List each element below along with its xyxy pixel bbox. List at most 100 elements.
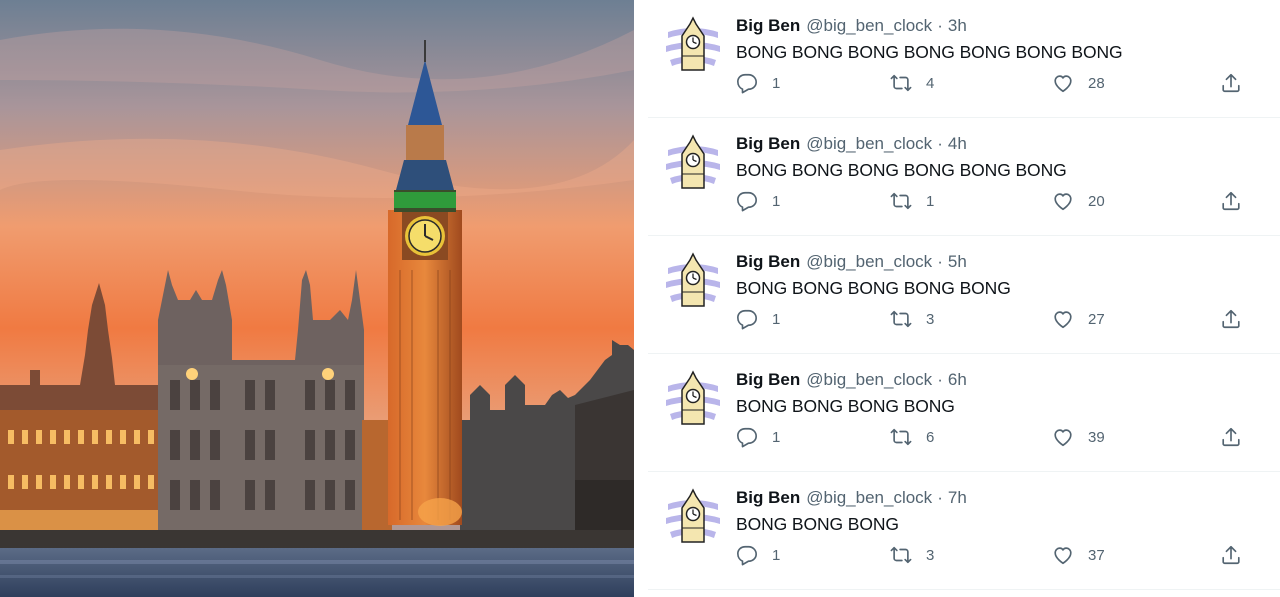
retweet-count: 3 <box>926 310 935 328</box>
tweet-feed: Big Ben @big_ben_clock · 3h BONG BONG BONG … <box>634 0 1280 597</box>
timestamp[interactable]: 4h <box>948 134 967 153</box>
like-count: 27 <box>1088 310 1105 328</box>
big-ben-photo <box>0 0 634 597</box>
reply-count: 1 <box>772 310 781 328</box>
like-count: 28 <box>1088 74 1105 92</box>
tweet[interactable]: Big Ben @big_ben_clock · 4h BONG BONG BONG … <box>648 118 1280 236</box>
like-count: 39 <box>1088 428 1105 446</box>
share-icon <box>1222 191 1240 211</box>
like-count: 37 <box>1088 546 1105 564</box>
retweet-count: 6 <box>926 428 935 446</box>
reply-icon <box>737 309 757 330</box>
reply-icon <box>737 191 757 212</box>
separator: · <box>937 134 943 153</box>
handle[interactable]: @big_ben_clock <box>806 370 932 389</box>
like-button[interactable]: 39 <box>1052 424 1105 450</box>
retweet-icon <box>890 192 912 210</box>
retweet-count: 1 <box>926 192 935 210</box>
reply-count: 1 <box>772 546 781 564</box>
tweet-actions: 1 1 20 <box>736 188 1256 214</box>
like-button[interactable]: 27 <box>1052 306 1105 332</box>
reply-count: 1 <box>772 428 781 446</box>
share-icon <box>1222 73 1240 93</box>
like-icon <box>1054 311 1072 329</box>
tweet[interactable]: Big Ben @big_ben_clock · 6h BONG BONG BONG … <box>648 354 1280 472</box>
display-name[interactable]: Big Ben <box>736 134 800 153</box>
retweet-button[interactable]: 1 <box>890 188 934 214</box>
like-icon <box>1054 547 1072 565</box>
handle[interactable]: @big_ben_clock <box>806 16 932 35</box>
tweet[interactable]: Big Ben @big_ben_clock · 5h BONG BONG BONG … <box>648 236 1280 354</box>
share-button[interactable] <box>1220 306 1242 332</box>
retweet-icon <box>890 428 912 446</box>
handle[interactable]: @big_ben_clock <box>806 488 932 507</box>
like-icon <box>1054 75 1072 93</box>
timestamp[interactable]: 3h <box>948 16 967 35</box>
reply-button[interactable]: 1 <box>736 542 780 568</box>
share-button[interactable] <box>1220 424 1242 450</box>
tweet[interactable]: Big Ben @big_ben_clock · 7h BONG BONG BONG … <box>648 472 1280 590</box>
share-button[interactable] <box>1220 70 1242 96</box>
retweet-icon <box>890 310 912 328</box>
avatar[interactable] <box>664 250 722 308</box>
timestamp[interactable]: 6h <box>948 370 967 389</box>
avatar[interactable] <box>664 14 722 72</box>
reply-icon <box>737 427 757 448</box>
display-name[interactable]: Big Ben <box>736 488 800 507</box>
tweet-actions: 1 3 37 <box>736 542 1256 568</box>
like-button[interactable]: 20 <box>1052 188 1105 214</box>
retweet-button[interactable]: 3 <box>890 542 934 568</box>
share-icon <box>1222 545 1240 565</box>
tweet-header: Big Ben @big_ben_clock · 7h <box>736 488 967 508</box>
tweet-header: Big Ben @big_ben_clock · 3h <box>736 16 967 36</box>
retweet-icon <box>890 546 912 564</box>
handle[interactable]: @big_ben_clock <box>806 252 932 271</box>
reply-button[interactable]: 1 <box>736 70 780 96</box>
timestamp[interactable]: 7h <box>948 488 967 507</box>
tweet-header: Big Ben @big_ben_clock · 4h <box>736 134 967 154</box>
retweet-icon <box>890 74 912 92</box>
reply-button[interactable]: 1 <box>736 306 780 332</box>
tweet-text: BONG BONG BONG BONG BONG BONG <box>736 160 1067 180</box>
tweet-text: BONG BONG BONG BONG <box>736 396 955 416</box>
retweet-button[interactable]: 3 <box>890 306 934 332</box>
timestamp[interactable]: 5h <box>948 252 967 271</box>
tweet[interactable]: Big Ben @big_ben_clock · 3h BONG BONG BONG … <box>648 0 1280 118</box>
share-button[interactable] <box>1220 542 1242 568</box>
separator: · <box>937 252 943 271</box>
separator: · <box>937 488 943 507</box>
avatar[interactable] <box>664 486 722 544</box>
display-name[interactable]: Big Ben <box>736 252 800 271</box>
separator: · <box>937 16 943 35</box>
like-icon <box>1054 429 1072 447</box>
tweet-actions: 1 3 27 <box>736 306 1256 332</box>
reply-button[interactable]: 1 <box>736 424 780 450</box>
reply-count: 1 <box>772 74 781 92</box>
reply-icon <box>737 73 757 94</box>
like-button[interactable]: 37 <box>1052 542 1105 568</box>
share-icon <box>1222 427 1240 447</box>
like-count: 20 <box>1088 192 1105 210</box>
share-icon <box>1222 309 1240 329</box>
tweet-text: BONG BONG BONG <box>736 514 899 534</box>
retweet-button[interactable]: 4 <box>890 70 934 96</box>
display-name[interactable]: Big Ben <box>736 370 800 389</box>
handle[interactable]: @big_ben_clock <box>806 134 932 153</box>
tweet-actions: 1 6 39 <box>736 424 1256 450</box>
tweet-header: Big Ben @big_ben_clock · 5h <box>736 252 967 272</box>
retweet-count: 4 <box>926 74 935 92</box>
tweet-text: BONG BONG BONG BONG BONG <box>736 278 1011 298</box>
tweet-text: BONG BONG BONG BONG BONG BONG BONG <box>736 42 1123 62</box>
avatar[interactable] <box>664 368 722 426</box>
reply-button[interactable]: 1 <box>736 188 780 214</box>
like-button[interactable]: 28 <box>1052 70 1105 96</box>
share-button[interactable] <box>1220 188 1242 214</box>
reply-count: 1 <box>772 192 781 210</box>
tweet-actions: 1 4 28 <box>736 70 1256 96</box>
retweet-button[interactable]: 6 <box>890 424 934 450</box>
avatar[interactable] <box>664 132 722 190</box>
display-name[interactable]: Big Ben <box>736 16 800 35</box>
tweet-header: Big Ben @big_ben_clock · 6h <box>736 370 967 390</box>
like-icon <box>1054 193 1072 211</box>
separator: · <box>937 370 943 389</box>
